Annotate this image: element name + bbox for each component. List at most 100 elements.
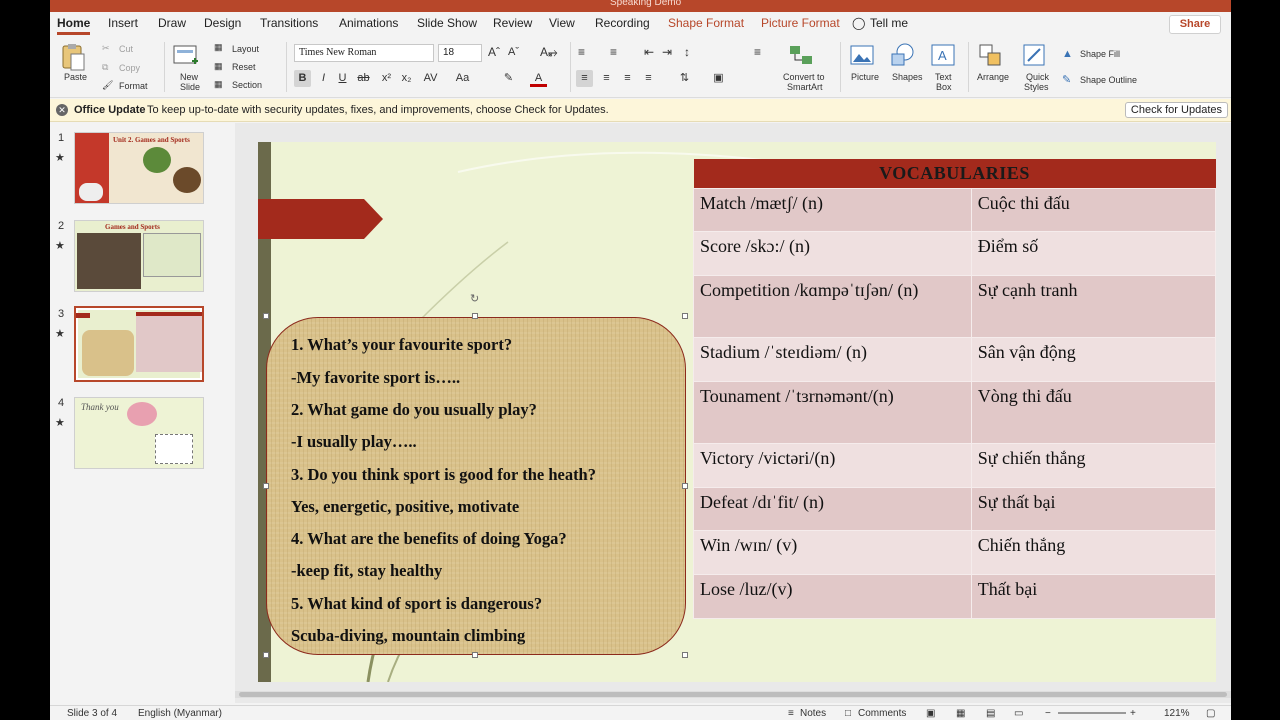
tab-home[interactable]: Home [57, 16, 91, 35]
zoom-level[interactable]: 121% [1164, 708, 1190, 719]
align-center-icon[interactable]: ≡ [598, 70, 615, 87]
normal-view-icon[interactable]: ▣ [926, 708, 935, 719]
tab-recording[interactable]: Recording [595, 16, 650, 30]
copy-label[interactable]: Copy [119, 63, 140, 73]
zoom-in-icon[interactable]: + [1130, 708, 1136, 719]
slide-thumbnail-4[interactable]: Thank you [74, 397, 204, 469]
justify-icon[interactable]: ≡ [640, 70, 657, 87]
tab-tell-me[interactable]: Tell me [870, 16, 908, 30]
bold-icon[interactable]: B [294, 70, 311, 87]
tab-picture-format[interactable]: Picture Format [761, 16, 840, 30]
tab-insert[interactable]: Insert [108, 16, 138, 30]
picture-icon[interactable] [849, 44, 875, 66]
language-indicator[interactable]: English (Myanmar) [138, 708, 222, 719]
resize-handle[interactable] [263, 483, 269, 489]
tab-view[interactable]: View [549, 16, 575, 30]
notes-button[interactable]: Notes [800, 708, 826, 719]
tab-design[interactable]: Design [204, 16, 241, 30]
layout-icon[interactable]: ▦ [214, 42, 223, 53]
horizontal-scrollbar[interactable] [235, 691, 1231, 698]
slide-thumbnail-2[interactable]: Games and Sports [74, 220, 204, 292]
slide-thumbnail-3[interactable] [74, 306, 204, 382]
close-icon[interactable]: ✕ [56, 104, 68, 116]
text-direction-icon[interactable]: ⇅ [676, 70, 693, 87]
superscript-icon[interactable]: x² [378, 70, 395, 87]
bullets-icon[interactable]: ≡ [578, 45, 585, 59]
layout-label[interactable]: Layout [232, 44, 259, 54]
numbering-icon[interactable]: ≡ [610, 45, 617, 59]
paste-icon[interactable] [60, 42, 86, 72]
cut-icon[interactable]: ✂ [102, 43, 110, 54]
tab-shape-format[interactable]: Shape Format [668, 16, 744, 30]
underline-icon[interactable]: U [334, 70, 351, 87]
tab-slide-show[interactable]: Slide Show [417, 16, 477, 30]
resize-handle[interactable] [263, 652, 269, 658]
check-for-updates-button[interactable]: Check for Updates [1124, 102, 1228, 118]
qa-text-box[interactable]: 1. What’s your favourite sport? -My favo… [266, 317, 686, 655]
italic-icon[interactable]: I [315, 70, 332, 87]
tab-animations[interactable]: Animations [339, 16, 398, 30]
resize-handle[interactable] [682, 483, 688, 489]
columns-icon[interactable]: ≡ [754, 45, 761, 59]
share-button[interactable]: Share [1169, 15, 1221, 34]
line-spacing-icon[interactable]: ↕ [684, 45, 690, 59]
font-name-dropdown[interactable]: Times New Roman [294, 44, 434, 62]
quick-styles-icon[interactable] [1022, 43, 1048, 67]
vocabulary-table[interactable]: VOCABULARIES Match /mætʃ/ (n) Cuộc thi đấ… [693, 159, 1216, 619]
resize-handle[interactable] [472, 652, 478, 658]
slideshow-icon[interactable]: ▭ [1014, 708, 1023, 719]
slide-thumbnail-1[interactable]: Unit 2. Games and Sports [74, 132, 204, 204]
shape-fill-label[interactable]: Shape Fill [1080, 49, 1120, 59]
resize-handle[interactable] [682, 313, 688, 319]
smartart-icon[interactable] [788, 44, 814, 66]
section-icon[interactable]: ▦ [214, 79, 223, 90]
decrease-font-icon[interactable]: Aˇ [508, 46, 519, 58]
subscript-icon[interactable]: x₂ [398, 70, 415, 87]
arrange-icon[interactable] [978, 43, 1004, 67]
copy-icon[interactable]: ⧉ [102, 62, 108, 73]
zoom-out-icon[interactable]: − [1045, 708, 1051, 719]
new-slide-icon[interactable] [172, 43, 200, 69]
slide-sorter-icon[interactable]: ▦ [956, 708, 965, 719]
shape-outline-icon[interactable]: ✎ [1062, 73, 1071, 86]
shape-fill-icon[interactable]: ▲ [1062, 48, 1073, 60]
align-text-icon[interactable]: ▣ [710, 70, 727, 87]
highlight-icon[interactable]: ✎ [500, 70, 517, 87]
reset-icon[interactable]: ▦ [214, 61, 223, 72]
resize-handle[interactable] [682, 652, 688, 658]
strikethrough-icon[interactable]: ab [355, 70, 372, 87]
slide-count: Slide 3 of 4 [67, 708, 118, 719]
notes-icon[interactable]: ≡ [788, 708, 794, 719]
resize-handle[interactable] [263, 313, 269, 319]
format-painter-icon[interactable]: 🖌 [102, 80, 113, 91]
textbox-icon[interactable]: A [930, 43, 956, 67]
answer-line: Scuba-diving, mountain climbing [291, 626, 526, 645]
increase-font-icon[interactable]: Aˆ [488, 45, 500, 59]
comments-button[interactable]: Comments [858, 708, 906, 719]
char-spacing-icon[interactable]: AV [422, 70, 439, 87]
comments-icon[interactable]: □ [845, 708, 851, 719]
tab-transitions[interactable]: Transitions [260, 16, 318, 30]
increase-indent-icon[interactable]: ⇥ [662, 45, 672, 59]
section-label[interactable]: Section [232, 80, 262, 90]
thumb-title: Games and Sports [105, 223, 160, 231]
tab-draw[interactable]: Draw [158, 16, 186, 30]
rotate-handle-icon[interactable]: ↻ [470, 292, 479, 305]
reset-label[interactable]: Reset [232, 62, 256, 72]
shapes-icon[interactable] [889, 42, 917, 68]
align-right-icon[interactable]: ≡ [619, 70, 636, 87]
zoom-slider[interactable] [1058, 712, 1126, 714]
change-case-icon[interactable]: Aa [454, 70, 471, 87]
tab-review[interactable]: Review [493, 16, 532, 30]
decrease-indent-icon[interactable]: ⇤ [644, 45, 654, 59]
clear-format-icon[interactable]: A⥵ [540, 45, 558, 60]
reading-view-icon[interactable]: ▤ [986, 708, 995, 719]
shape-outline-label[interactable]: Shape Outline [1080, 75, 1137, 85]
font-size-dropdown[interactable]: 18 [438, 44, 482, 62]
align-left-icon[interactable]: ≡ [576, 70, 593, 87]
font-color-icon[interactable]: A [530, 70, 547, 87]
cut-label[interactable]: Cut [119, 44, 133, 54]
fit-to-window-icon[interactable]: ▢ [1206, 708, 1215, 719]
format-label[interactable]: Format [119, 81, 148, 91]
resize-handle[interactable] [472, 313, 478, 319]
